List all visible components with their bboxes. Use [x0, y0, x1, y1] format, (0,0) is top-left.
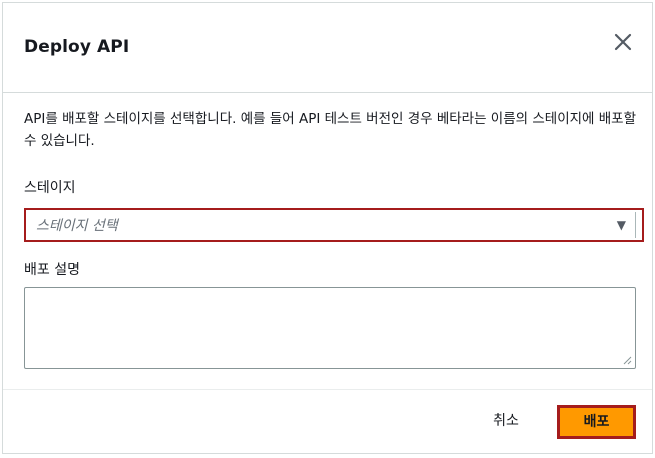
close-icon: [614, 33, 632, 51]
close-button[interactable]: [612, 31, 634, 53]
resize-handle-icon[interactable]: [622, 355, 632, 365]
caret-down-icon: ▼: [616, 218, 626, 232]
cancel-button[interactable]: 취소: [476, 406, 536, 436]
deploy-description-label: 배포 설명: [24, 262, 80, 278]
deploy-button[interactable]: 배포: [557, 405, 636, 439]
deploy-description-input[interactable]: [24, 287, 636, 369]
stage-select-highlight: 스테이지 선택 ▼: [24, 208, 644, 242]
deploy-api-modal: Deploy API API를 배포할 스테이지를 선택합니다. 예를 들어 A…: [2, 2, 653, 454]
stage-select[interactable]: 스테이지 선택 ▼: [28, 212, 636, 238]
modal-title: Deploy API: [24, 37, 130, 57]
stage-label: 스테이지: [24, 180, 76, 196]
modal-description: API를 배포할 스테이지를 선택합니다. 예를 들어 API 테스트 버전인 …: [24, 111, 637, 149]
modal-footer: 취소 배포: [3, 389, 652, 453]
modal-header: Deploy API: [3, 3, 652, 93]
stage-select-placeholder: 스테이지 선택: [36, 218, 118, 234]
